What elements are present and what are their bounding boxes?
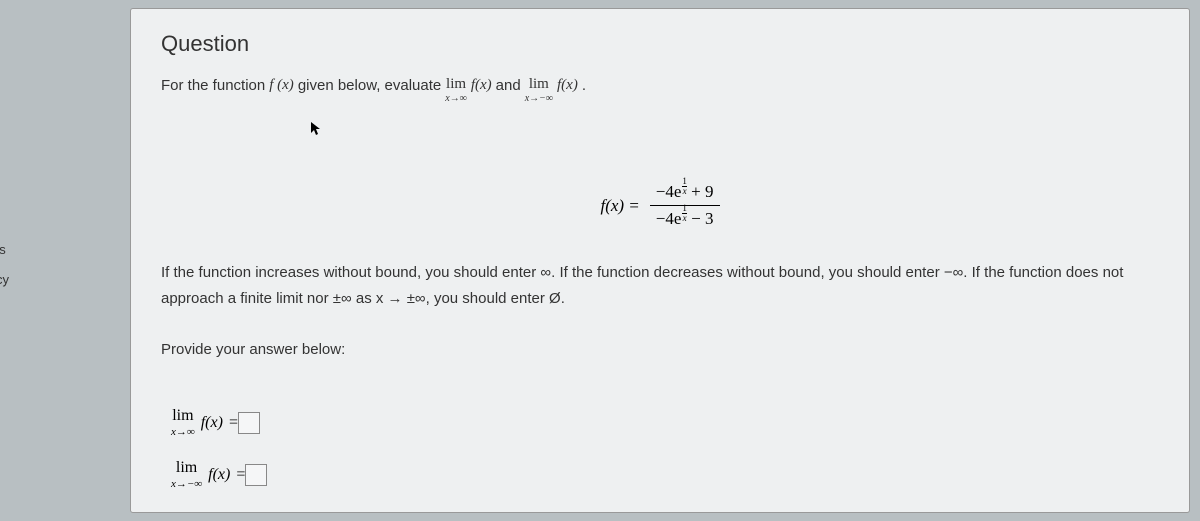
answer-lim-sub-neg: x→−∞ bbox=[171, 479, 202, 490]
provide-answer-label: Provide your answer below: bbox=[161, 341, 1159, 358]
answer-lim-neg: lim x→−∞ bbox=[171, 460, 202, 490]
answer-row-neg: lim x→−∞ f(x) = bbox=[171, 460, 1159, 490]
question-prompt: For the function f (x) given below, eval… bbox=[161, 77, 1159, 104]
prompt-fx: f (x) bbox=[269, 77, 294, 94]
answer-eq-1: = bbox=[229, 414, 238, 432]
lim-sub-pos: x→∞ bbox=[445, 94, 467, 104]
prompt-period: . bbox=[582, 77, 586, 94]
answer-row-pos: lim x→∞ f(x) = bbox=[171, 408, 1159, 438]
answer-lim-word-2: lim bbox=[176, 460, 197, 476]
fraction-numerator: −4e1x + 9 bbox=[650, 179, 720, 205]
sidebar-fragment: ns cy bbox=[0, 0, 18, 521]
exp-frac-den: 1x bbox=[682, 204, 687, 223]
answer-lim-pos: lim x→∞ bbox=[171, 408, 195, 438]
question-panel: Question For the function f (x) given be… bbox=[130, 8, 1190, 513]
prompt-and: and bbox=[496, 77, 521, 94]
answer-lim-sub-pos: x→∞ bbox=[171, 427, 195, 438]
answer-fx-1: f(x) bbox=[201, 414, 223, 432]
num-a: −4e bbox=[656, 182, 682, 201]
instruction-text: If the function increases without bound,… bbox=[161, 260, 1159, 311]
limit-neg-inf: lim x→−∞ bbox=[525, 77, 553, 104]
exp-frac-num: 1x bbox=[682, 177, 687, 196]
limit-pos-inf: lim x→∞ bbox=[445, 77, 467, 104]
question-title: Question bbox=[161, 31, 1159, 57]
function-definition: f(x) = −4e1x + 9 −4e1x − 3 bbox=[161, 179, 1159, 232]
fraction-denominator: −4e1x − 3 bbox=[650, 206, 720, 232]
prompt-text-pre: For the function bbox=[161, 77, 265, 94]
lim-word-2: lim bbox=[529, 77, 549, 92]
answer-eq-2: = bbox=[236, 466, 245, 484]
num-b: + 9 bbox=[687, 182, 714, 201]
cursor-icon bbox=[311, 122, 321, 139]
formula-fraction: −4e1x + 9 −4e1x − 3 bbox=[650, 179, 720, 232]
lim-fx-1: f(x) bbox=[471, 77, 492, 94]
lim-fx-2: f(x) bbox=[557, 77, 578, 94]
formula-lhs: f(x) = bbox=[600, 196, 639, 216]
sidebar-text-1: ns bbox=[0, 242, 6, 257]
den-a: −4e bbox=[656, 209, 682, 228]
lim-sub-neg: x→−∞ bbox=[525, 94, 553, 104]
answer-input-neg[interactable] bbox=[245, 464, 267, 486]
lim-word: lim bbox=[446, 77, 466, 92]
prompt-text-mid: given below, evaluate bbox=[298, 77, 441, 94]
answer-input-pos[interactable] bbox=[238, 412, 260, 434]
answer-lim-word-1: lim bbox=[172, 408, 193, 424]
answer-fx-2: f(x) bbox=[208, 466, 230, 484]
den-b: − 3 bbox=[687, 209, 714, 228]
sidebar-text-2: cy bbox=[0, 272, 9, 287]
